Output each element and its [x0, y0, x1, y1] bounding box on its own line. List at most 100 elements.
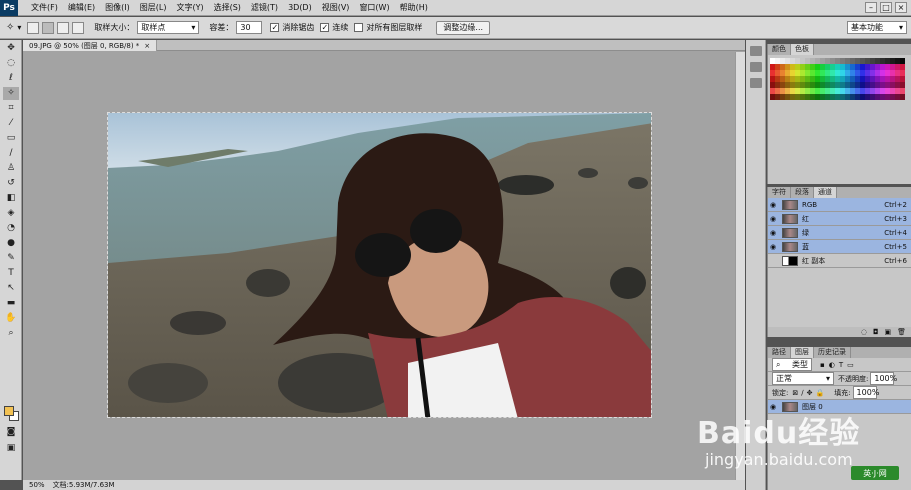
tab-channels[interactable]: 通道 — [814, 187, 837, 198]
quick-mask-icon[interactable]: ◙ — [3, 426, 19, 439]
marquee-tool-icon[interactable]: ◌ — [3, 57, 19, 70]
close-button[interactable]: × — [895, 2, 907, 13]
zoom-tool-icon[interactable]: ⌕ — [3, 327, 19, 340]
close-icon[interactable]: × — [144, 42, 150, 50]
menu-layer[interactable]: 图层(L) — [135, 2, 172, 13]
antialias-option[interactable]: ✓ 消除锯齿 — [270, 22, 314, 33]
channel-row-red-copy[interactable]: 红 副本 Ctrl+6 — [768, 254, 911, 268]
shape-tool-icon[interactable]: ▬ — [3, 297, 19, 310]
tab-character[interactable]: 字符 — [768, 187, 791, 198]
channels-panel: 字符 段落 通道 ◉ RGB Ctrl+2 ◉ 红 Ctrl+3 ◉ 绿 Ctr… — [767, 187, 911, 337]
sample-size-label: 取样大小： — [94, 23, 135, 32]
zoom-level[interactable]: 50% — [29, 481, 45, 489]
channel-row-rgb[interactable]: ◉ RGB Ctrl+2 — [768, 198, 911, 212]
hand-tool-icon[interactable]: ✋ — [3, 312, 19, 325]
tab-paragraph[interactable]: 段落 — [791, 187, 814, 198]
pen-tool-icon[interactable]: ✎ — [3, 252, 19, 265]
menu-filter[interactable]: 滤镜(T) — [246, 2, 283, 13]
color-swatch[interactable] — [900, 94, 905, 100]
tool-preset-picker[interactable]: ✧ ▾ — [6, 22, 21, 33]
layer-filter-select[interactable]: ⌕ 类型 — [772, 358, 812, 371]
screen-mode-icon[interactable]: ▣ — [3, 442, 19, 455]
menu-select[interactable]: 选择(S) — [209, 2, 246, 13]
minimize-button[interactable]: – — [865, 2, 877, 13]
tab-paths[interactable]: 路径 — [768, 347, 791, 358]
tab-history[interactable]: 历史记录 — [814, 347, 851, 358]
dodge-tool-icon[interactable]: ● — [3, 237, 19, 250]
channel-row-red[interactable]: ◉ 红 Ctrl+3 — [768, 212, 911, 226]
tolerance-input[interactable]: 30 — [236, 21, 263, 34]
add-selection-icon[interactable] — [42, 21, 55, 34]
swatch-grid[interactable] — [768, 55, 911, 100]
eyedropper-tool-icon[interactable]: ⁄ — [3, 117, 19, 130]
filter-type-icon[interactable]: T — [839, 361, 843, 369]
menu-3d[interactable]: 3D(D) — [283, 3, 317, 12]
menu-file[interactable]: 文件(F) — [26, 2, 63, 13]
new-selection-icon[interactable] — [27, 21, 40, 34]
menu-window[interactable]: 窗口(W) — [354, 2, 394, 13]
menu-view[interactable]: 视图(V) — [317, 2, 355, 13]
contiguous-checkbox[interactable]: ✓ — [320, 23, 330, 32]
sample-size-select[interactable]: 取样点 ▾ — [137, 21, 200, 34]
menu-edit[interactable]: 编辑(E) — [63, 2, 100, 13]
path-select-tool-icon[interactable]: ↖ — [3, 282, 19, 295]
crop-tool-icon[interactable]: ⌗ — [3, 102, 19, 115]
opacity-input[interactable]: 100% — [870, 372, 897, 385]
workspace-select[interactable]: 基本功能 ▾ — [847, 21, 907, 34]
load-selection-icon[interactable]: ◌ — [861, 328, 867, 336]
maximize-button[interactable]: □ — [880, 2, 892, 13]
channel-row-green[interactable]: ◉ 绿 Ctrl+4 — [768, 226, 911, 240]
healing-tool-icon[interactable]: ▭ — [3, 132, 19, 145]
menu-help[interactable]: 帮助(H) — [395, 2, 433, 13]
sample-all-option[interactable]: 对所有图层取样 — [354, 22, 422, 33]
intersect-selection-icon[interactable] — [72, 21, 85, 34]
properties-panel-icon[interactable] — [750, 62, 762, 72]
menu-type[interactable]: 文字(Y) — [171, 2, 208, 13]
brush-tool-icon[interactable]: ∕ — [3, 147, 19, 160]
lock-all-icon[interactable]: 🔒 — [815, 389, 824, 397]
history-panel-icon[interactable] — [750, 46, 762, 56]
antialias-checkbox[interactable]: ✓ — [270, 23, 280, 32]
tab-layers[interactable]: 图层 — [791, 347, 814, 358]
lock-pixels-icon[interactable]: ⊠ — [792, 389, 798, 397]
document-canvas[interactable] — [107, 112, 652, 418]
tab-swatches[interactable]: 色板 — [791, 44, 814, 55]
filter-adjust-icon[interactable]: ◐ — [829, 361, 835, 369]
eye-icon[interactable]: ◉ — [768, 215, 778, 223]
blur-tool-icon[interactable]: ◔ — [3, 222, 19, 235]
gradient-tool-icon[interactable]: ◈ — [3, 207, 19, 220]
subtract-selection-icon[interactable] — [57, 21, 70, 34]
tab-color[interactable]: 颜色 — [768, 44, 791, 55]
eye-icon[interactable]: ◉ — [768, 201, 778, 209]
trash-icon[interactable]: 🗑 — [897, 328, 906, 336]
lasso-tool-icon[interactable]: ℓ — [3, 72, 19, 85]
blend-mode-select[interactable]: 正常 ▾ — [772, 372, 834, 385]
move-tool-icon[interactable]: ✥ — [3, 42, 19, 55]
corner-badge: 英·J·网 — [851, 466, 899, 480]
save-selection-icon[interactable]: ◘ — [873, 328, 879, 336]
eraser-tool-icon[interactable]: ◧ — [3, 192, 19, 205]
document-tab[interactable]: 09.JPG @ 50% (图层 0, RGB/8) * × — [23, 40, 158, 51]
tools-panel: ✥ ◌ ℓ ✧ ⌗ ⁄ ▭ ∕ ♙ ↺ ◧ ◈ ◔ ● ✎ T ↖ ▬ ✋ ⌕ … — [0, 40, 22, 480]
lock-move-icon[interactable]: ✥ — [807, 389, 813, 397]
channel-name: 红 — [802, 214, 809, 223]
filter-shape-icon[interactable]: ▭ — [847, 361, 854, 369]
eye-icon[interactable]: ◉ — [768, 243, 778, 251]
magic-wand-tool-icon[interactable]: ✧ — [3, 87, 19, 100]
new-channel-icon[interactable]: ▣ — [884, 328, 891, 336]
fill-input[interactable]: 100% — [852, 386, 879, 399]
type-tool-icon[interactable]: T — [3, 267, 19, 280]
menu-image[interactable]: 图像(I) — [100, 2, 135, 13]
refine-edge-button[interactable]: 调整边缘... — [436, 20, 491, 35]
stamp-tool-icon[interactable]: ♙ — [3, 162, 19, 175]
filter-pixel-icon[interactable]: ▪ — [820, 361, 825, 369]
sample-all-checkbox[interactable] — [354, 23, 364, 32]
adjustments-panel-icon[interactable] — [750, 78, 762, 88]
blend-mode-value: 正常 — [776, 374, 792, 383]
history-brush-tool-icon[interactable]: ↺ — [3, 177, 19, 190]
foreground-color-swatch[interactable] — [4, 406, 14, 416]
lock-brush-icon[interactable]: ∕ — [801, 389, 803, 397]
contiguous-option[interactable]: ✓ 连续 — [320, 22, 348, 33]
channel-row-blue[interactable]: ◉ 蓝 Ctrl+5 — [768, 240, 911, 254]
eye-icon[interactable]: ◉ — [768, 229, 778, 237]
